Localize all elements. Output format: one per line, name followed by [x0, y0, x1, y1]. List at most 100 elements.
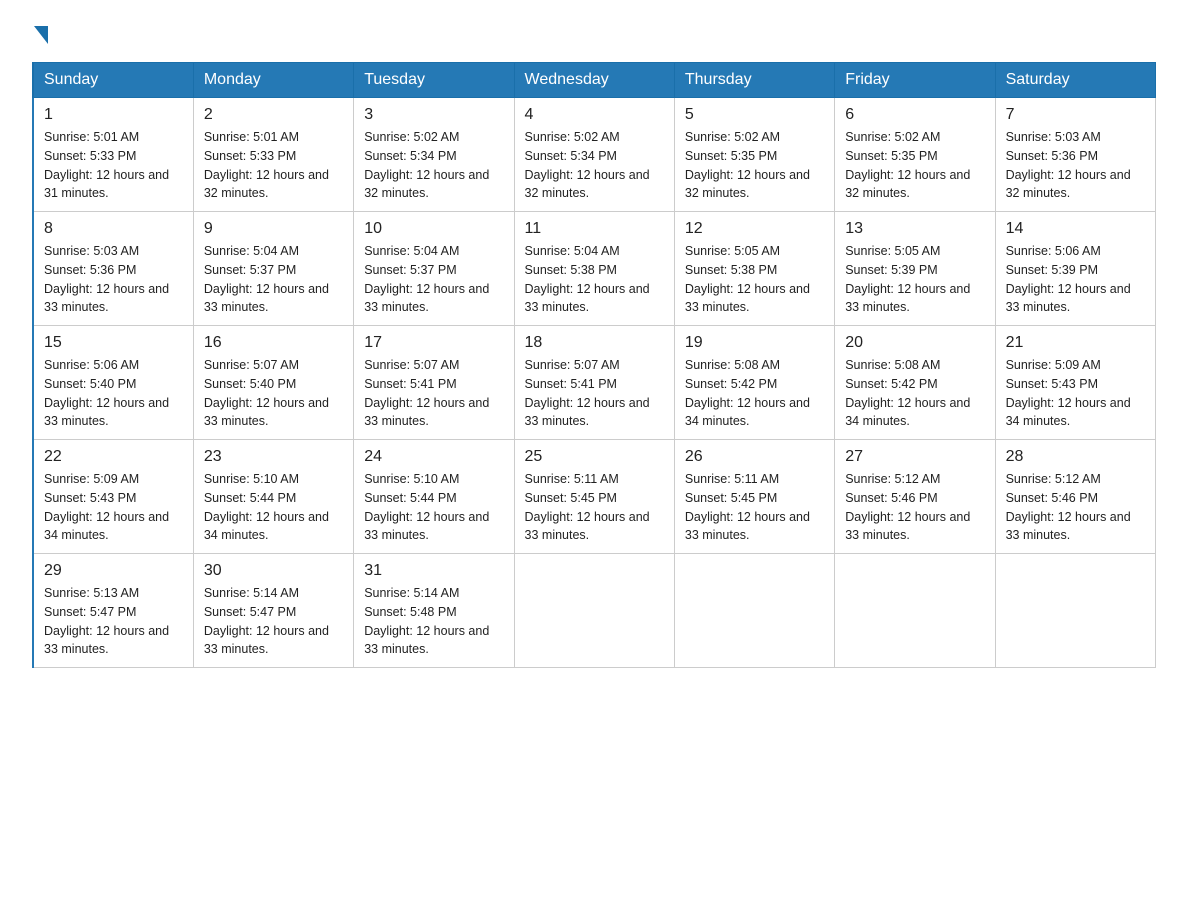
day-info: Sunrise: 5:10 AM Sunset: 5:44 PM Dayligh…: [364, 470, 503, 545]
day-info: Sunrise: 5:07 AM Sunset: 5:40 PM Dayligh…: [204, 356, 343, 431]
day-number: 27: [845, 448, 984, 466]
day-info: Sunrise: 5:12 AM Sunset: 5:46 PM Dayligh…: [845, 470, 984, 545]
day-info: Sunrise: 5:04 AM Sunset: 5:38 PM Dayligh…: [525, 242, 664, 317]
day-info: Sunrise: 5:02 AM Sunset: 5:35 PM Dayligh…: [685, 128, 824, 203]
day-number: 13: [845, 220, 984, 238]
weekday-header-wednesday: Wednesday: [514, 63, 674, 98]
logo: [32, 24, 48, 44]
day-number: 19: [685, 334, 824, 352]
day-number: 18: [525, 334, 664, 352]
calendar-cell: 17 Sunrise: 5:07 AM Sunset: 5:41 PM Dayl…: [354, 326, 514, 440]
calendar-week-row: 1 Sunrise: 5:01 AM Sunset: 5:33 PM Dayli…: [33, 98, 1156, 212]
day-info: Sunrise: 5:08 AM Sunset: 5:42 PM Dayligh…: [685, 356, 824, 431]
day-number: 23: [204, 448, 343, 466]
day-info: Sunrise: 5:14 AM Sunset: 5:47 PM Dayligh…: [204, 584, 343, 659]
weekday-header-monday: Monday: [193, 63, 353, 98]
calendar-cell: 15 Sunrise: 5:06 AM Sunset: 5:40 PM Dayl…: [33, 326, 193, 440]
day-number: 14: [1006, 220, 1145, 238]
day-number: 29: [44, 562, 183, 580]
calendar-cell: 16 Sunrise: 5:07 AM Sunset: 5:40 PM Dayl…: [193, 326, 353, 440]
weekday-header-tuesday: Tuesday: [354, 63, 514, 98]
day-info: Sunrise: 5:04 AM Sunset: 5:37 PM Dayligh…: [364, 242, 503, 317]
weekday-header-saturday: Saturday: [995, 63, 1155, 98]
calendar-cell: 10 Sunrise: 5:04 AM Sunset: 5:37 PM Dayl…: [354, 212, 514, 326]
calendar-cell: 28 Sunrise: 5:12 AM Sunset: 5:46 PM Dayl…: [995, 440, 1155, 554]
calendar-cell: [835, 554, 995, 668]
calendar-cell: 11 Sunrise: 5:04 AM Sunset: 5:38 PM Dayl…: [514, 212, 674, 326]
day-number: 7: [1006, 106, 1145, 124]
day-number: 31: [364, 562, 503, 580]
day-info: Sunrise: 5:09 AM Sunset: 5:43 PM Dayligh…: [44, 470, 183, 545]
day-number: 12: [685, 220, 824, 238]
day-number: 8: [44, 220, 183, 238]
calendar-cell: 6 Sunrise: 5:02 AM Sunset: 5:35 PM Dayli…: [835, 98, 995, 212]
day-info: Sunrise: 5:01 AM Sunset: 5:33 PM Dayligh…: [204, 128, 343, 203]
day-info: Sunrise: 5:11 AM Sunset: 5:45 PM Dayligh…: [685, 470, 824, 545]
calendar-cell: 27 Sunrise: 5:12 AM Sunset: 5:46 PM Dayl…: [835, 440, 995, 554]
calendar-cell: 3 Sunrise: 5:02 AM Sunset: 5:34 PM Dayli…: [354, 98, 514, 212]
day-info: Sunrise: 5:14 AM Sunset: 5:48 PM Dayligh…: [364, 584, 503, 659]
day-number: 22: [44, 448, 183, 466]
calendar-week-row: 29 Sunrise: 5:13 AM Sunset: 5:47 PM Dayl…: [33, 554, 1156, 668]
day-number: 4: [525, 106, 664, 124]
calendar-cell: 22 Sunrise: 5:09 AM Sunset: 5:43 PM Dayl…: [33, 440, 193, 554]
day-info: Sunrise: 5:02 AM Sunset: 5:34 PM Dayligh…: [364, 128, 503, 203]
day-number: 11: [525, 220, 664, 238]
day-info: Sunrise: 5:01 AM Sunset: 5:33 PM Dayligh…: [44, 128, 183, 203]
calendar-week-row: 15 Sunrise: 5:06 AM Sunset: 5:40 PM Dayl…: [33, 326, 1156, 440]
calendar-cell: 31 Sunrise: 5:14 AM Sunset: 5:48 PM Dayl…: [354, 554, 514, 668]
day-number: 5: [685, 106, 824, 124]
logo-triangle-icon: [34, 26, 48, 44]
day-info: Sunrise: 5:06 AM Sunset: 5:40 PM Dayligh…: [44, 356, 183, 431]
day-info: Sunrise: 5:02 AM Sunset: 5:35 PM Dayligh…: [845, 128, 984, 203]
day-number: 28: [1006, 448, 1145, 466]
calendar-cell: 4 Sunrise: 5:02 AM Sunset: 5:34 PM Dayli…: [514, 98, 674, 212]
calendar-cell: 8 Sunrise: 5:03 AM Sunset: 5:36 PM Dayli…: [33, 212, 193, 326]
calendar-cell: 21 Sunrise: 5:09 AM Sunset: 5:43 PM Dayl…: [995, 326, 1155, 440]
day-info: Sunrise: 5:12 AM Sunset: 5:46 PM Dayligh…: [1006, 470, 1145, 545]
day-number: 17: [364, 334, 503, 352]
day-info: Sunrise: 5:02 AM Sunset: 5:34 PM Dayligh…: [525, 128, 664, 203]
day-number: 21: [1006, 334, 1145, 352]
weekday-header-friday: Friday: [835, 63, 995, 98]
calendar-cell: 30 Sunrise: 5:14 AM Sunset: 5:47 PM Dayl…: [193, 554, 353, 668]
day-info: Sunrise: 5:05 AM Sunset: 5:38 PM Dayligh…: [685, 242, 824, 317]
day-number: 1: [44, 106, 183, 124]
day-number: 20: [845, 334, 984, 352]
day-info: Sunrise: 5:10 AM Sunset: 5:44 PM Dayligh…: [204, 470, 343, 545]
calendar-table: SundayMondayTuesdayWednesdayThursdayFrid…: [32, 62, 1156, 668]
day-info: Sunrise: 5:09 AM Sunset: 5:43 PM Dayligh…: [1006, 356, 1145, 431]
day-info: Sunrise: 5:13 AM Sunset: 5:47 PM Dayligh…: [44, 584, 183, 659]
day-info: Sunrise: 5:03 AM Sunset: 5:36 PM Dayligh…: [1006, 128, 1145, 203]
day-info: Sunrise: 5:07 AM Sunset: 5:41 PM Dayligh…: [525, 356, 664, 431]
calendar-week-row: 8 Sunrise: 5:03 AM Sunset: 5:36 PM Dayli…: [33, 212, 1156, 326]
day-number: 15: [44, 334, 183, 352]
calendar-cell: 5 Sunrise: 5:02 AM Sunset: 5:35 PM Dayli…: [674, 98, 834, 212]
day-info: Sunrise: 5:05 AM Sunset: 5:39 PM Dayligh…: [845, 242, 984, 317]
calendar-cell: 2 Sunrise: 5:01 AM Sunset: 5:33 PM Dayli…: [193, 98, 353, 212]
day-info: Sunrise: 5:11 AM Sunset: 5:45 PM Dayligh…: [525, 470, 664, 545]
logo-text: [32, 24, 48, 44]
day-number: 3: [364, 106, 503, 124]
calendar-cell: 20 Sunrise: 5:08 AM Sunset: 5:42 PM Dayl…: [835, 326, 995, 440]
day-info: Sunrise: 5:06 AM Sunset: 5:39 PM Dayligh…: [1006, 242, 1145, 317]
day-number: 10: [364, 220, 503, 238]
calendar-cell: [514, 554, 674, 668]
day-info: Sunrise: 5:08 AM Sunset: 5:42 PM Dayligh…: [845, 356, 984, 431]
day-number: 16: [204, 334, 343, 352]
day-number: 9: [204, 220, 343, 238]
calendar-cell: 7 Sunrise: 5:03 AM Sunset: 5:36 PM Dayli…: [995, 98, 1155, 212]
calendar-cell: 1 Sunrise: 5:01 AM Sunset: 5:33 PM Dayli…: [33, 98, 193, 212]
day-info: Sunrise: 5:03 AM Sunset: 5:36 PM Dayligh…: [44, 242, 183, 317]
day-number: 24: [364, 448, 503, 466]
day-number: 30: [204, 562, 343, 580]
calendar-cell: 25 Sunrise: 5:11 AM Sunset: 5:45 PM Dayl…: [514, 440, 674, 554]
day-info: Sunrise: 5:07 AM Sunset: 5:41 PM Dayligh…: [364, 356, 503, 431]
weekday-header-sunday: Sunday: [33, 63, 193, 98]
calendar-cell: 18 Sunrise: 5:07 AM Sunset: 5:41 PM Dayl…: [514, 326, 674, 440]
calendar-cell: 19 Sunrise: 5:08 AM Sunset: 5:42 PM Dayl…: [674, 326, 834, 440]
calendar-cell: 13 Sunrise: 5:05 AM Sunset: 5:39 PM Dayl…: [835, 212, 995, 326]
calendar-cell: [674, 554, 834, 668]
weekday-header-thursday: Thursday: [674, 63, 834, 98]
calendar-cell: 14 Sunrise: 5:06 AM Sunset: 5:39 PM Dayl…: [995, 212, 1155, 326]
